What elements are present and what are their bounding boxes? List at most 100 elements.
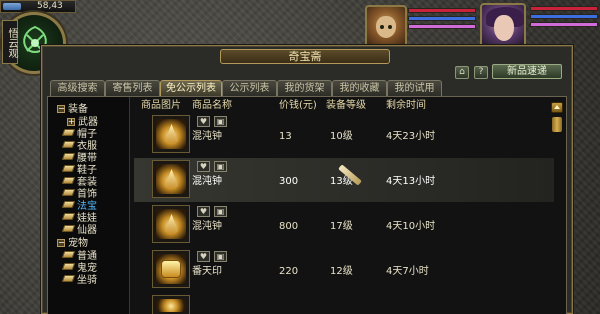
item-name: 混沌钟 [192, 221, 222, 232]
tree-group-weapon[interactable]: + 武器 [67, 117, 98, 128]
table-row[interactable]: ♥ ▣ 混沌钟 13 10级 4天23小时 [134, 113, 554, 157]
scroll-icon [61, 141, 76, 148]
tree-item-immortal-artifact[interactable]: 仙器 [61, 225, 97, 236]
tree-item-set[interactable]: 套装 [61, 177, 97, 188]
item-image[interactable] [152, 205, 190, 243]
pet-portrait[interactable] [365, 5, 407, 47]
item-image[interactable] [152, 115, 190, 153]
header-price[interactable]: 价钱(元) [279, 100, 317, 112]
item-name: 混沌钟 [192, 176, 222, 187]
header-name[interactable]: 商品名称 [192, 100, 232, 112]
item-time-left: 4天7小时 [386, 266, 429, 277]
tree-item-clothes[interactable]: 衣服 [61, 141, 97, 152]
tree-item-shoes[interactable]: 鞋子 [61, 165, 97, 176]
collapse-icon[interactable]: − [57, 239, 65, 247]
item-level: 10级 [330, 131, 353, 142]
pet-mp-bar [408, 16, 476, 21]
category-tree: − 装备 + 武器 帽子 衣服 腰带 鞋子 套装 首饰 法宝 娃娃 仙器 − 宠物 普… [48, 97, 130, 314]
favorite-heart-icon[interactable]: ♥ [197, 251, 210, 262]
tab-my-favorites[interactable]: 我的收藏 [332, 80, 387, 96]
coordinate-value: 58,43 [37, 1, 63, 11]
item-name: 番天印 [192, 266, 222, 277]
favorite-heart-icon[interactable]: ♥ [197, 116, 210, 127]
table-header: 商品图片 商品名称 价钱(元) 装备等级 剩余时间 [134, 100, 554, 112]
tree-item-normal-pet[interactable]: 普通 [61, 251, 97, 262]
help-button[interactable]: ? [474, 66, 488, 79]
table-row-partial[interactable] [134, 293, 554, 314]
tab-my-trial[interactable]: 我的试用 [387, 80, 442, 96]
pet-hp-bar [408, 8, 476, 13]
scroll-up-icon[interactable] [551, 102, 563, 113]
item-price: 800 [279, 221, 299, 232]
pet-face-icon [376, 16, 396, 38]
scroll-icon [61, 177, 76, 184]
favorite-heart-icon[interactable]: ♥ [197, 206, 210, 217]
coordinate-bar: 58,43 [0, 0, 76, 13]
player-hp-bar [530, 6, 598, 11]
trial-icon[interactable]: ▣ [214, 206, 227, 217]
scroll-icon [61, 153, 76, 160]
scroll-icon [61, 263, 76, 270]
item-price: 13 [279, 131, 292, 142]
home-icon[interactable]: ⌂ [455, 66, 469, 79]
listing-table: 商品图片 商品名称 价钱(元) 装备等级 剩余时间 ♥ ▣ 混沌钟 13 10级… [134, 97, 554, 314]
trial-icon[interactable]: ▣ [214, 161, 227, 172]
tree-item-hat[interactable]: 帽子 [61, 129, 97, 140]
table-scrollbar[interactable] [551, 102, 563, 302]
scroll-icon [61, 225, 76, 232]
scroll-thumb[interactable] [552, 117, 562, 132]
item-image[interactable] [152, 295, 190, 314]
scroll-icon [61, 189, 76, 196]
header-image[interactable]: 商品图片 [141, 100, 181, 112]
tab-my-shelf[interactable]: 我的货架 [277, 80, 332, 96]
new-items-button[interactable]: 新品速递 [492, 64, 562, 79]
item-time-left: 4天10小时 [386, 221, 436, 232]
tree-item-mount[interactable]: 坐骑 [61, 275, 97, 286]
player-face-icon [494, 15, 514, 41]
tree-group-pet[interactable]: − 宠物 [57, 238, 88, 249]
scroll-icon [61, 201, 76, 208]
window-title: 奇宝斋 [220, 49, 390, 64]
collapse-icon[interactable]: − [57, 105, 65, 113]
tab-advanced-search[interactable]: 高级搜索 [50, 80, 105, 96]
item-level: 12级 [330, 266, 353, 277]
seal-icon [161, 260, 181, 278]
treasure-shop-window: 奇宝斋 ⌂ ? 新品速递 高级搜索 寄售列表 免公示列表 公示列表 我的货架 我… [41, 45, 573, 314]
scroll-icon [61, 129, 76, 136]
scroll-icon [61, 275, 76, 282]
tree-item-doll[interactable]: 娃娃 [61, 213, 97, 224]
scroll-icon [61, 213, 76, 220]
expand-icon[interactable]: + [67, 118, 75, 126]
tab-publicity-list[interactable]: 公示列表 [222, 80, 277, 96]
favorite-heart-icon[interactable]: ♥ [197, 161, 210, 172]
shop-content: − 装备 + 武器 帽子 衣服 腰带 鞋子 套装 首饰 法宝 娃娃 仙器 − 宠物 普… [47, 96, 567, 314]
trial-icon[interactable]: ▣ [214, 251, 227, 262]
header-level[interactable]: 装备等级 [326, 100, 366, 112]
item-name: 混沌钟 [192, 131, 222, 142]
header-time-left[interactable]: 剩余时间 [386, 100, 426, 112]
item-time-left: 4天23小时 [386, 131, 436, 142]
item-image[interactable] [152, 250, 190, 288]
table-row-selected[interactable]: ♥ ▣ 混沌钟 300 13级 4天13小时 [134, 158, 554, 202]
tab-no-publicity-list[interactable]: 免公示列表 [160, 80, 222, 96]
tree-item-ghost-pet[interactable]: 鬼宠 [61, 263, 97, 274]
trial-icon[interactable]: ▣ [214, 116, 227, 127]
item-price: 220 [279, 266, 299, 277]
item-image[interactable] [152, 160, 190, 198]
tree-item-belt[interactable]: 腰带 [61, 153, 97, 164]
tree-item-magic-treasure[interactable]: 法宝 [61, 201, 97, 212]
minimap-toggle-icon[interactable] [3, 3, 21, 10]
table-row[interactable]: ♥ ▣ 番天印 220 12级 4天7小时 [134, 248, 554, 292]
tree-group-equipment[interactable]: − 装备 [57, 104, 88, 115]
player-portrait[interactable] [480, 3, 526, 49]
scroll-icon [61, 251, 76, 258]
player-exp-bar [530, 22, 598, 27]
tree-item-jewelry[interactable]: 首饰 [61, 189, 97, 200]
scroll-icon [61, 165, 76, 172]
table-row[interactable]: ♥ ▣ 混沌钟 800 17级 4天10小时 [134, 203, 554, 247]
player-mp-bar [530, 14, 598, 19]
item-time-left: 4天13小时 [386, 176, 436, 187]
character-name: 悟云观 [2, 20, 18, 64]
pet-exp-bar [408, 24, 476, 29]
tab-consignment-list[interactable]: 寄售列表 [105, 80, 160, 96]
